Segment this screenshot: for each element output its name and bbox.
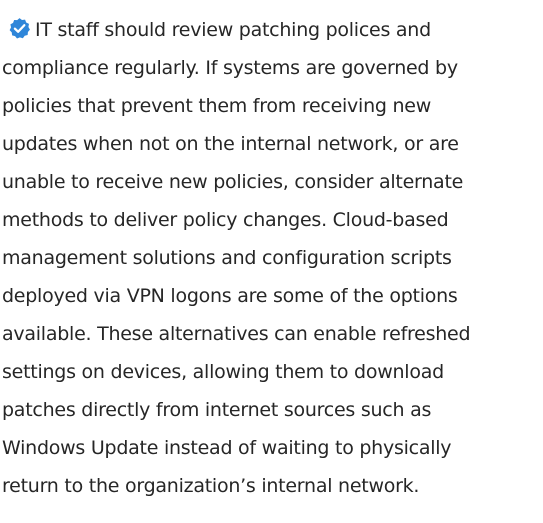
note-line-6: methods to deliver policy changes. Cloud… [2, 209, 449, 231]
note-line-9: available. These alternatives can enable… [2, 323, 471, 345]
note-line-2: compliance regularly. If systems are gov… [2, 57, 458, 79]
note-line-7: management solutions and configuration s… [2, 247, 452, 269]
note-paragraph: IT staff should review patching polices … [0, 0, 543, 523]
note-line-4: updates when not on the internal network… [2, 133, 459, 155]
note-line-3: policies that prevent them from receivin… [2, 95, 431, 117]
note-line-11: patches directly from internet sources s… [2, 399, 432, 421]
note-line-10: settings on devices, allowing them to do… [2, 361, 444, 383]
note-line-5: unable to receive new policies, consider… [2, 171, 464, 193]
verified-check-icon [8, 14, 31, 39]
note-line-12: Windows Update instead of waiting to phy… [2, 437, 452, 459]
note-line-1: IT staff should review patching polices … [8, 10, 431, 50]
note-line-13: return to the organization’s internal ne… [2, 475, 420, 497]
note-line-8: deployed via VPN logons are some of the … [2, 285, 458, 307]
note-line-text: IT staff should review patching polices … [35, 19, 431, 41]
